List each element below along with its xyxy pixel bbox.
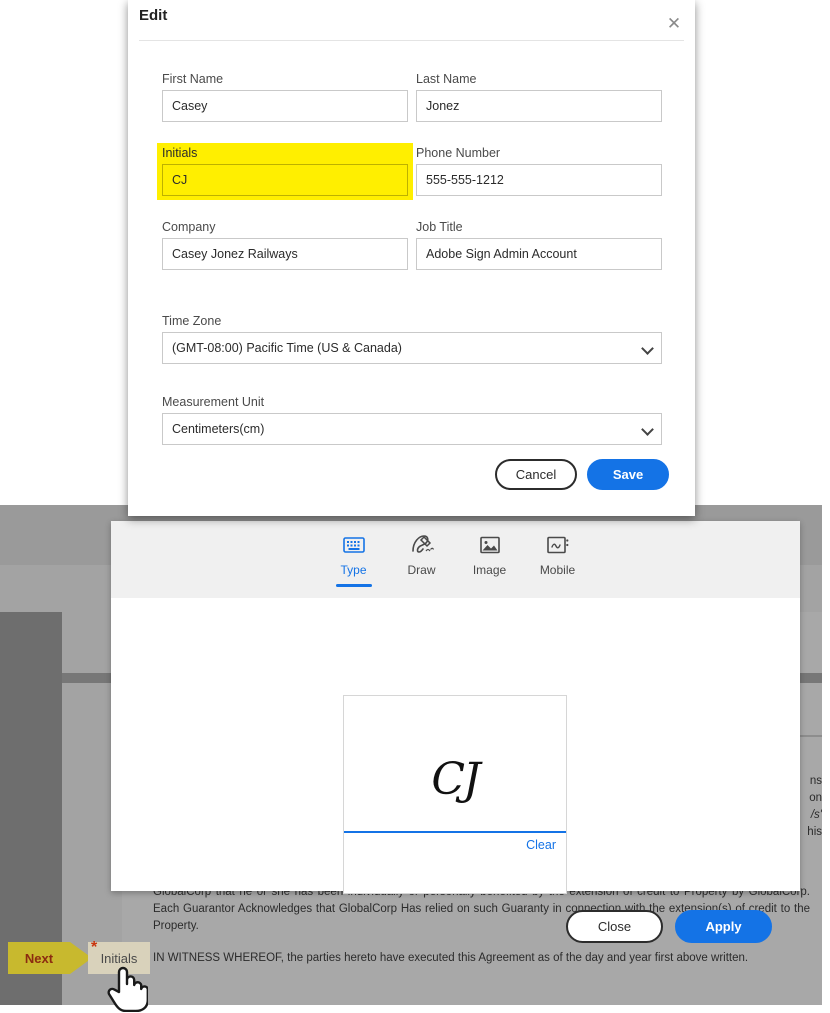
tab-draw[interactable]: Draw xyxy=(396,531,448,583)
image-icon xyxy=(479,531,501,559)
tab-mobile-label: Mobile xyxy=(539,563,576,577)
signature-tabbar: Type Draw Image Mobile xyxy=(111,521,800,598)
clear-signature-link[interactable]: Clear xyxy=(526,838,556,852)
first-name-label: First Name xyxy=(162,72,224,86)
dialog-header-divider xyxy=(139,40,684,41)
edit-form: First Name Last Name Initials Phone Numb… xyxy=(128,48,695,516)
job-title-label: Job Title xyxy=(416,220,463,234)
next-field-button[interactable]: Next xyxy=(8,942,70,974)
pen-icon xyxy=(410,531,434,559)
apply-button[interactable]: Apply xyxy=(675,910,772,943)
phone-number-label: Phone Number xyxy=(416,146,501,160)
field-first-name: First Name xyxy=(162,72,408,122)
phone-number-input[interactable] xyxy=(416,164,662,196)
close-icon[interactable]: ✕ xyxy=(663,12,685,34)
required-asterisk-icon: * xyxy=(91,939,98,956)
signature-preview-box[interactable]: CJ Clear xyxy=(343,695,567,894)
signature-actions: Close Apply xyxy=(566,910,772,943)
document-paragraph: IN WITNESS WHEREOF, the parties hereto h… xyxy=(153,952,749,964)
tab-type-label: Type xyxy=(340,563,367,577)
field-measurement-unit: Measurement Unit Centimeters(cm) xyxy=(162,395,662,445)
signature-panel: Type Draw Image Mobile CJ Clear Close Ap… xyxy=(111,521,800,943)
job-title-input[interactable] xyxy=(416,238,662,270)
tab-image-label: Image xyxy=(472,563,507,577)
field-phone-number: Phone Number xyxy=(416,146,662,196)
initials-input[interactable] xyxy=(162,164,408,196)
close-button[interactable]: Close xyxy=(566,910,663,943)
time-zone-label: Time Zone xyxy=(162,314,222,328)
edit-profile-dialog: Edit ✕ First Name Last Name Initials Ph xyxy=(128,0,695,516)
field-initials: Initials xyxy=(157,143,413,200)
field-job-title: Job Title xyxy=(416,220,662,270)
field-time-zone: Time Zone (GMT-08:00) Pacific Time (US &… xyxy=(162,314,662,364)
screen-root: ns on /s' his GlobalCorp that he or she … xyxy=(0,0,830,1013)
keyboard-icon xyxy=(342,531,365,559)
last-name-label: Last Name xyxy=(416,72,477,86)
field-company: Company xyxy=(162,220,408,270)
dialog-actions: Cancel Save xyxy=(495,459,669,490)
company-input[interactable] xyxy=(162,238,408,270)
signature-baseline xyxy=(344,831,566,833)
initials-label: Initials xyxy=(162,146,198,160)
mobile-signature-icon xyxy=(546,531,570,559)
time-zone-select[interactable]: (GMT-08:00) Pacific Time (US & Canada) xyxy=(162,332,662,364)
tab-mobile[interactable]: Mobile xyxy=(532,531,584,583)
time-zone-select-wrap: (GMT-08:00) Pacific Time (US & Canada) xyxy=(162,332,662,364)
save-button[interactable]: Save xyxy=(587,459,669,490)
dialog-title: Edit xyxy=(139,7,168,24)
tab-type[interactable]: Type xyxy=(328,531,380,587)
field-last-name: Last Name xyxy=(416,72,662,122)
company-label: Company xyxy=(162,220,216,234)
measurement-unit-select[interactable]: Centimeters(cm) xyxy=(162,413,662,445)
signature-body: CJ Clear Close Apply xyxy=(111,598,800,943)
last-name-input[interactable] xyxy=(416,90,662,122)
measurement-unit-label: Measurement Unit xyxy=(162,395,265,409)
initials-highlight: Initials xyxy=(157,143,413,200)
measurement-unit-select-wrap: Centimeters(cm) xyxy=(162,413,662,445)
tab-image[interactable]: Image xyxy=(464,531,516,583)
hand-cursor-icon xyxy=(107,966,148,1012)
tab-draw-label: Draw xyxy=(407,563,436,577)
first-name-input[interactable] xyxy=(162,90,408,122)
cancel-button[interactable]: Cancel xyxy=(495,459,577,490)
signature-rendered-text: CJ xyxy=(431,754,480,805)
